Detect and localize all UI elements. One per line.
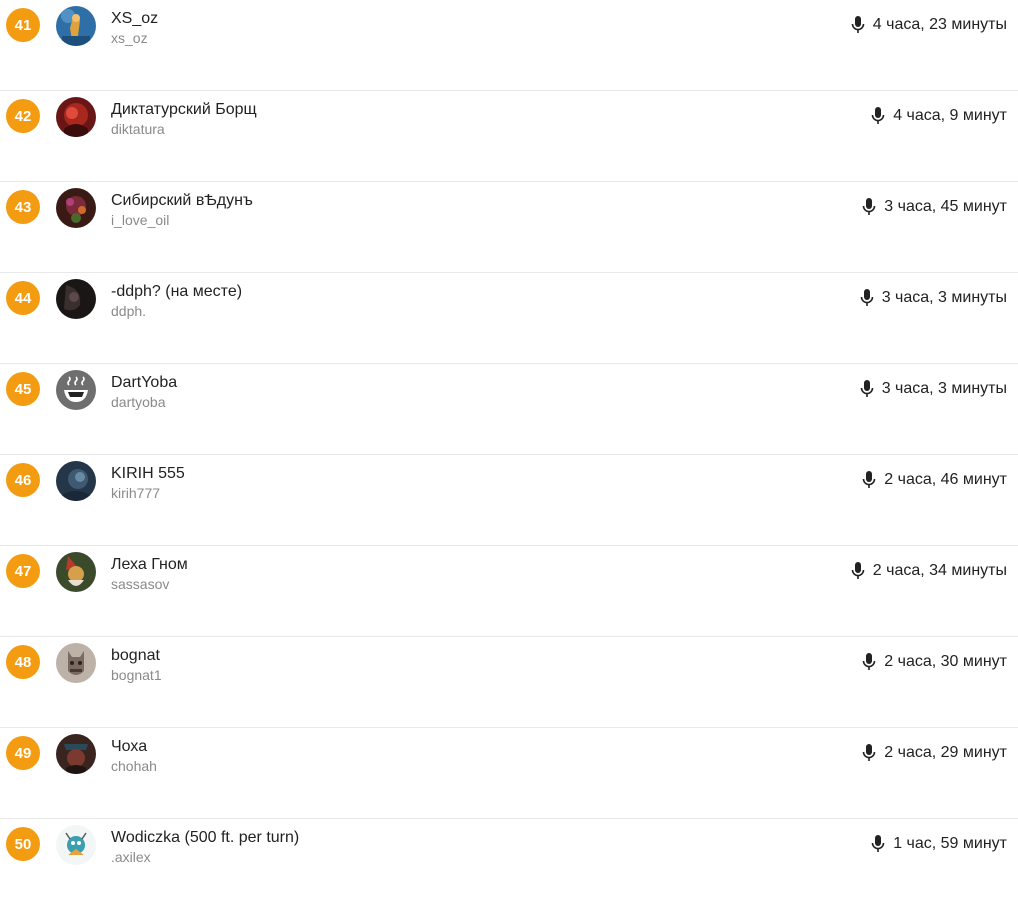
rank-badge: 41 [6, 8, 40, 42]
user-names: KIRIH 555 kirih777 [111, 464, 185, 502]
voice-time: 1 час, 59 минут [871, 835, 1007, 853]
rank-badge: 44 [6, 281, 40, 315]
username: ddph. [111, 303, 147, 319]
leaderboard-row[interactable]: 46 KIRIH 555 kirih777 2 часа, 46 минут [0, 455, 1018, 546]
rank-badge: 45 [6, 372, 40, 406]
avatar-chohah-icon[interactable] [56, 734, 96, 774]
microphone-icon [860, 380, 873, 397]
voice-time-text: 4 часа, 9 минут [893, 107, 1007, 124]
rank-badge: 47 [6, 554, 40, 588]
display-name[interactable]: XS_oz [111, 9, 158, 29]
username: dartyoba [111, 394, 166, 410]
username: i_love_oil [111, 212, 170, 228]
voice-time: 2 часа, 30 минут [862, 653, 1007, 671]
display-name[interactable]: bognat [111, 646, 162, 666]
rank-badge: 42 [6, 99, 40, 133]
voice-time-text: 3 часа, 45 минут [884, 198, 1007, 215]
user-names: Чоха chohah [111, 737, 157, 775]
voice-time: 3 часа, 3 минуты [860, 289, 1007, 307]
user-names: Сибирский вѢдунъ i_love_oil [111, 191, 253, 229]
avatar-diktatura-icon[interactable] [56, 97, 96, 137]
display-name[interactable]: Чоха [111, 737, 157, 757]
microphone-icon [862, 653, 876, 670]
display-name[interactable]: KIRIH 555 [111, 464, 185, 484]
avatar-ddph-icon[interactable] [56, 279, 96, 319]
voice-time-text: 3 часа, 3 минуты [881, 289, 1007, 306]
user-names: DartYoba dartyoba [111, 373, 177, 411]
username: diktatura [111, 121, 165, 137]
rank-badge: 43 [6, 190, 40, 224]
voice-time: 4 часа, 9 минут [871, 107, 1007, 125]
user-names: XS_oz xs_oz [111, 9, 158, 47]
leaderboard-row[interactable]: 41 XS_oz xs_oz 4 часа, 23 минуты [0, 0, 1018, 91]
display-name[interactable]: Сибирский вѢдунъ [111, 191, 253, 211]
username: xs_oz [111, 30, 148, 46]
leaderboard-row[interactable]: 50 Wodiczka (500 ft. per turn) .axilex 1… [0, 819, 1018, 909]
display-name[interactable]: Wodiczka (500 ft. per turn) [111, 828, 299, 848]
avatar-i-love-oil-icon[interactable] [56, 188, 96, 228]
microphone-icon [871, 107, 885, 124]
leaderboard-row[interactable]: 42 Диктатурский Борщ diktatura 4 часа, 9… [0, 91, 1018, 182]
voice-time-text: 2 часа, 29 минут [884, 744, 1007, 761]
rank-badge: 46 [6, 463, 40, 497]
microphone-icon [851, 16, 865, 33]
display-name[interactable]: Леха Гном [111, 555, 188, 575]
avatar-dartyoba-icon[interactable] [56, 370, 96, 410]
leaderboard-row[interactable]: 45 DartYoba dartyoba 3 часа, 3 минуты [0, 364, 1018, 455]
username: sassasov [111, 576, 170, 592]
username: chohah [111, 758, 157, 774]
leaderboard-row[interactable]: 49 Чоха chohah 2 часа, 29 минут [0, 728, 1018, 819]
rank-badge: 48 [6, 645, 40, 679]
avatar-axilex-icon[interactable] [56, 825, 96, 865]
user-names: Wodiczka (500 ft. per turn) .axilex [111, 828, 299, 866]
username: .axilex [111, 849, 151, 865]
avatar-bognat-icon[interactable] [56, 643, 96, 683]
rank-badge: 49 [6, 736, 40, 770]
voice-time-text: 2 часа, 46 минут [884, 471, 1007, 488]
leaderboard-list: 41 XS_oz xs_oz 4 часа, 23 минуты 42 Дикт… [0, 0, 1018, 909]
username: kirih777 [111, 485, 161, 501]
user-names: -ddph? (на месте) ddph. [111, 282, 242, 320]
voice-time: 3 часа, 45 минут [862, 198, 1007, 216]
voice-time-text: 1 час, 59 минут [893, 835, 1007, 852]
user-names: Леха Гном sassasov [111, 555, 188, 593]
avatar-xs-oz-icon[interactable] [56, 6, 96, 46]
rank-badge: 50 [6, 827, 40, 861]
avatar-sassasov-icon[interactable] [56, 552, 96, 592]
microphone-icon [862, 471, 876, 488]
microphone-icon [862, 744, 876, 761]
microphone-icon [851, 562, 865, 579]
voice-time: 2 часа, 46 минут [862, 471, 1007, 489]
display-name[interactable]: -ddph? (на месте) [111, 282, 242, 302]
avatar-kirih-icon[interactable] [56, 461, 96, 501]
leaderboard-row[interactable]: 48 bognat bognat1 2 часа, 30 минут [0, 637, 1018, 728]
username: bognat1 [111, 667, 162, 683]
voice-time-text: 4 часа, 23 минуты [872, 16, 1007, 33]
voice-time-text: 3 часа, 3 минуты [881, 380, 1007, 397]
voice-time-text: 2 часа, 34 минуты [872, 562, 1007, 579]
microphone-icon [860, 289, 873, 306]
display-name[interactable]: DartYoba [111, 373, 177, 393]
leaderboard-row[interactable]: 43 Сибирский вѢдунъ i_love_oil 3 часа, 4… [0, 182, 1018, 273]
user-names: bognat bognat1 [111, 646, 162, 684]
voice-time: 2 часа, 34 минуты [851, 562, 1007, 580]
microphone-icon [862, 198, 876, 215]
user-names: Диктатурский Борщ diktatura [111, 100, 257, 138]
display-name[interactable]: Диктатурский Борщ [111, 100, 257, 120]
voice-time: 4 часа, 23 минуты [851, 16, 1007, 34]
leaderboard-row[interactable]: 47 Леха Гном sassasov 2 часа, 34 минуты [0, 546, 1018, 637]
voice-time: 3 часа, 3 минуты [860, 380, 1007, 398]
voice-time-text: 2 часа, 30 минут [884, 653, 1007, 670]
voice-time: 2 часа, 29 минут [862, 744, 1007, 762]
microphone-icon [871, 835, 885, 852]
leaderboard-row[interactable]: 44 -ddph? (на месте) ddph. 3 часа, 3 мин… [0, 273, 1018, 364]
